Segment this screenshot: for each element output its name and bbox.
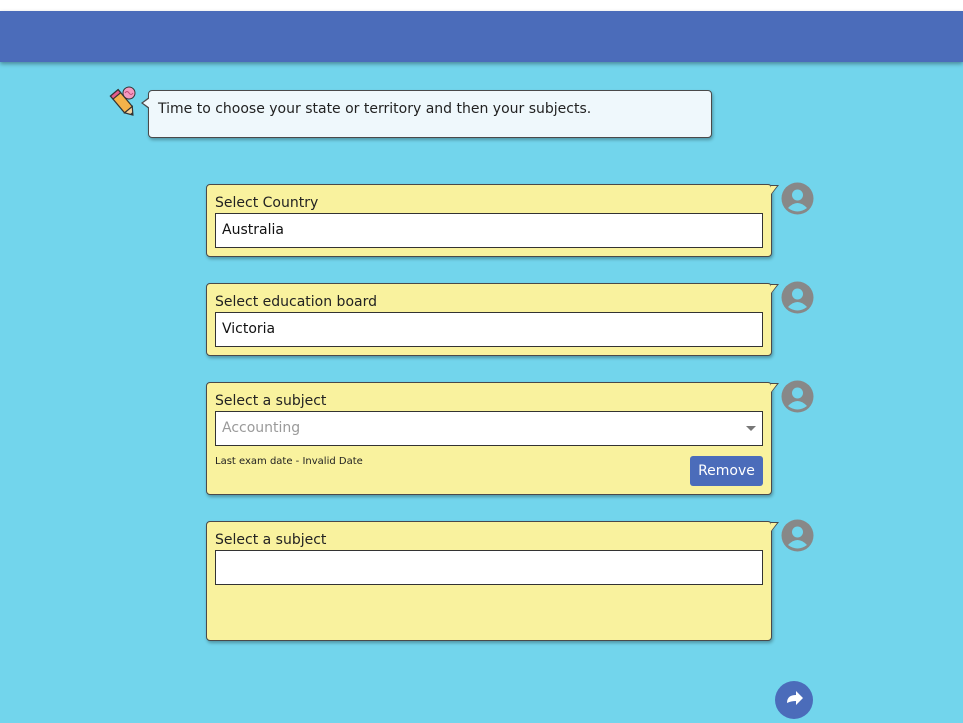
subject-label: Select a subject (215, 393, 327, 409)
subject-select[interactable]: Accounting (215, 411, 763, 446)
app-header (0, 11, 963, 62)
user-avatar-icon (781, 519, 814, 552)
card-tail-inner (771, 384, 777, 392)
pencil-brain-icon (104, 84, 140, 120)
subject-input[interactable] (215, 550, 763, 585)
bot-message-text: Time to choose your state or territory a… (158, 101, 592, 117)
country-field[interactable]: Australia (215, 213, 763, 248)
user-avatar-icon (781, 182, 814, 215)
subject-select-placeholder: Accounting (222, 420, 301, 436)
card-tail-inner (771, 186, 777, 194)
arrow-next-icon (787, 691, 803, 705)
card-tail-inner (771, 523, 777, 531)
user-avatar-icon (781, 281, 814, 314)
chevron-down-icon[interactable] (746, 426, 756, 431)
subject-label: Select a subject (215, 532, 327, 548)
bot-message-bubble: Time to choose your state or territory a… (141, 90, 712, 138)
top-strip (0, 0, 963, 11)
next-button[interactable] (775, 681, 813, 719)
bubble-tail-inner (143, 98, 150, 108)
country-card: Select Country Australia (206, 184, 779, 257)
subject-card-1: Select a subject Accounting Last exam da… (206, 382, 779, 495)
user-avatar-icon (781, 380, 814, 413)
last-exam-date: Last exam date - Invalid Date (215, 456, 363, 467)
board-card: Select education board Victoria (206, 283, 779, 356)
card-tail-inner (771, 285, 777, 293)
subject-card-2: Select a subject (206, 521, 779, 641)
board-label: Select education board (215, 294, 377, 310)
country-label: Select Country (215, 195, 319, 211)
remove-button[interactable]: Remove (690, 456, 763, 486)
board-field[interactable]: Victoria (215, 312, 763, 347)
